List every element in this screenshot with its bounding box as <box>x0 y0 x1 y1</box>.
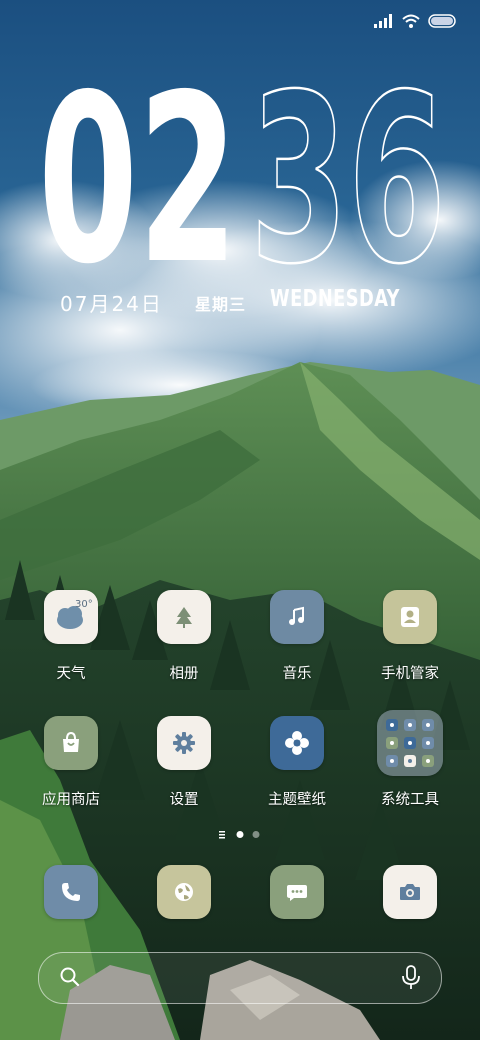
app-folder-system-tools[interactable]: 系统工具 <box>354 710 466 809</box>
dock-messages[interactable] <box>241 865 353 919</box>
app-music[interactable]: 音乐 <box>241 590 353 683</box>
shopping-bag-icon <box>44 716 98 770</box>
clock-minute: 36 <box>250 70 446 270</box>
battery-icon <box>428 14 456 28</box>
wifi-icon <box>402 14 420 28</box>
clock-widget[interactable]: 02 36 <box>38 44 458 317</box>
app-label: 天气 <box>56 666 86 682</box>
music-note-icon <box>270 590 324 644</box>
search-icon[interactable] <box>59 966 81 988</box>
dock-browser[interactable] <box>128 865 240 919</box>
gear-icon <box>157 716 211 770</box>
app-label: 应用商店 <box>42 792 100 808</box>
app-label: 系统工具 <box>381 792 439 808</box>
shield-person-icon <box>383 590 437 644</box>
app-label: 音乐 <box>282 666 312 682</box>
app-label: 手机管家 <box>381 666 439 682</box>
weather-cloud-icon: 30° <box>44 590 98 644</box>
search-bar[interactable] <box>38 952 442 1004</box>
theme-flower-icon <box>270 716 324 770</box>
weather-temp: 30° <box>75 599 93 610</box>
date-text: 07月24日 <box>60 292 163 316</box>
dock-phone[interactable] <box>15 865 127 919</box>
page-dot <box>252 831 260 838</box>
date-row: 07月24日 星期三 WEDNESDAY <box>0 286 480 316</box>
weekday-cn: 星期三 <box>195 295 247 314</box>
camera-icon <box>383 865 437 919</box>
app-themes[interactable]: 主题壁纸 <box>241 716 353 809</box>
message-icon <box>270 865 324 919</box>
app-label: 主题壁纸 <box>268 792 326 808</box>
phone-icon <box>44 865 98 919</box>
app-weather[interactable]: 30° 天气 <box>15 590 127 683</box>
status-bar <box>374 10 456 32</box>
page-indicator[interactable] <box>0 825 480 839</box>
microphone-icon[interactable] <box>401 965 421 991</box>
clock-hour: 02 <box>38 70 238 270</box>
folder-icon <box>377 710 443 776</box>
dock-camera[interactable] <box>354 865 466 919</box>
feed-lines-icon <box>219 831 225 839</box>
weekday-en: WEDNESDAY <box>270 286 400 312</box>
signal-icon <box>374 14 392 28</box>
browser-globe-icon <box>157 865 211 919</box>
app-phone-manager[interactable]: 手机管家 <box>354 590 466 683</box>
page-dot-active <box>236 831 244 838</box>
app-settings[interactable]: 设置 <box>128 716 240 809</box>
app-store[interactable]: 应用商店 <box>15 716 127 809</box>
app-gallery[interactable]: 相册 <box>128 590 240 683</box>
app-label: 相册 <box>169 666 199 682</box>
app-label: 设置 <box>169 792 199 808</box>
tree-icon <box>157 590 211 644</box>
